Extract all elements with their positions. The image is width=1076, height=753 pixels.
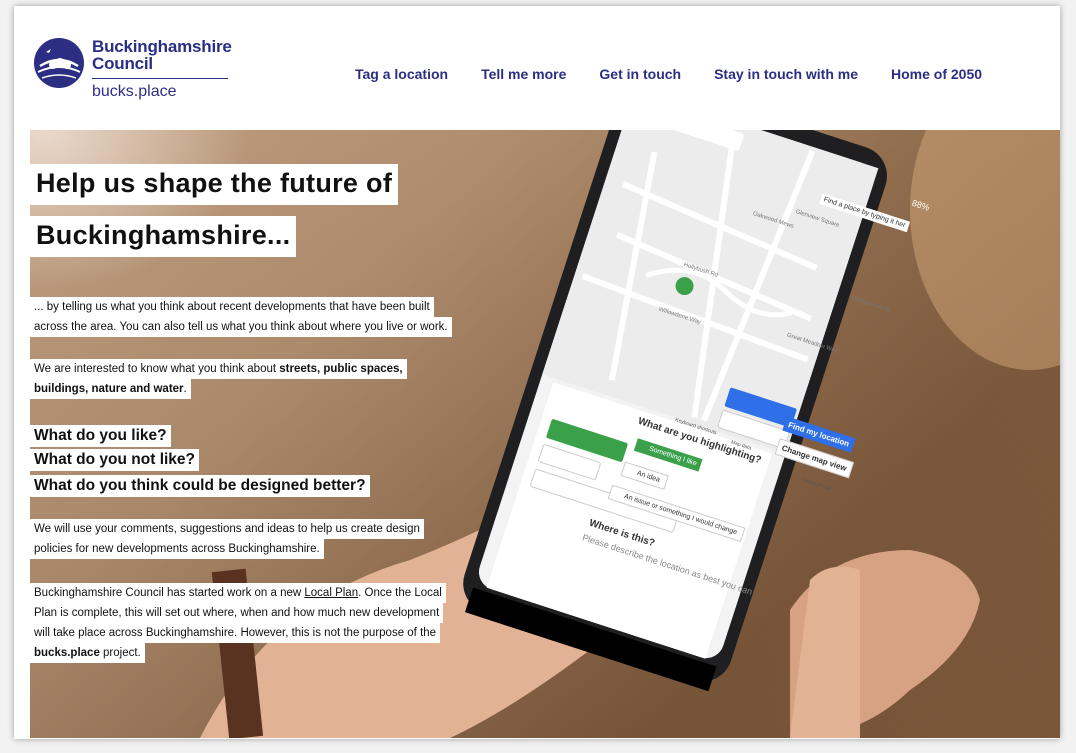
plan-bold-site: bucks.place xyxy=(34,647,100,659)
intro-line1: ... by telling us what you think about r… xyxy=(30,297,434,317)
logo-site: bucks.place xyxy=(92,83,177,100)
question-not-like: What do you not like? xyxy=(30,449,200,471)
terms-link[interactable]: Terms of Use xyxy=(802,477,832,492)
logo-name-line1: Buckinghamshire xyxy=(92,37,232,56)
plan-prefix: Buckinghamshire Council has started work… xyxy=(34,587,305,599)
nav-item-home-2050[interactable]: Home of 2050 xyxy=(891,66,982,82)
map-street-label-2: Glenview Square xyxy=(794,209,840,229)
question-designed-better: What do you think could be designed bett… xyxy=(30,475,370,497)
map-street-label-4: Hollybush Rd xyxy=(682,262,719,279)
intro-line2: across the area. You can also tell us wh… xyxy=(30,317,452,337)
option-an-idea[interactable]: An idea xyxy=(620,461,669,490)
hero-title-line1: Help us shape the future of xyxy=(30,164,399,205)
nav-item-tell-me-more[interactable]: Tell me more xyxy=(481,66,566,82)
where-is-this-hint[interactable]: Please describe the location as best you… xyxy=(581,532,753,597)
plan-line3: will take place across Buckinghamshire. … xyxy=(30,623,441,643)
interest-suffix: . xyxy=(183,383,187,395)
interest-line2: buildings, nature and water. xyxy=(30,379,191,399)
map-street-label-1: Oakwood Mews xyxy=(751,210,795,230)
plan-line4-suffix: project. xyxy=(99,647,141,659)
nav-item-get-in-touch[interactable]: Get in touch xyxy=(599,66,681,82)
interest-prefix: We are interested to know what you think… xyxy=(34,363,280,375)
council-logo[interactable]: Buckinghamshire Council bucks.place xyxy=(34,38,232,101)
hero-banner: 88% Find a place by typing it her Oakwoo… xyxy=(30,130,1060,738)
nav-item-tag-location[interactable]: Tag a location xyxy=(355,66,448,82)
map-street-label-3: Great Meadow Way xyxy=(786,332,839,355)
comments-line2: policies for new developments across Buc… xyxy=(30,539,324,559)
logo-divider xyxy=(92,78,228,79)
logo-name-line2: Council xyxy=(92,54,153,73)
interest-line1: We are interested to know what you think… xyxy=(30,359,407,379)
plan-line4: bucks.place project. xyxy=(30,643,145,663)
map-street-label-6: Wedgewood St xyxy=(850,295,892,314)
phone-battery-status: 88% xyxy=(910,197,931,213)
interest-bold-2: buildings, nature and water xyxy=(34,383,184,395)
hero-title-line2: Buckinghamshire... xyxy=(30,216,297,257)
council-crest-icon xyxy=(34,38,84,88)
main-nav: Tag a location Tell me more Get in touch… xyxy=(355,66,1015,82)
comments-line1: We will use your comments, suggestions a… xyxy=(30,519,424,539)
interest-bold-1: streets, public spaces, xyxy=(279,363,403,375)
local-plan-link[interactable]: Local Plan xyxy=(304,587,358,599)
map-street-label-5: Willowdene Way xyxy=(657,306,702,326)
plan-suffix: . Once the Local xyxy=(358,587,442,599)
nav-item-stay-in-touch[interactable]: Stay in touch with me xyxy=(714,66,858,82)
page: Buckinghamshire Council bucks.place Tag … xyxy=(14,6,1060,739)
question-like: What do you like? xyxy=(30,425,171,447)
plan-line2: Plan is complete, this will set out wher… xyxy=(30,603,444,623)
plan-line1: Buckinghamshire Council has started work… xyxy=(30,583,446,603)
